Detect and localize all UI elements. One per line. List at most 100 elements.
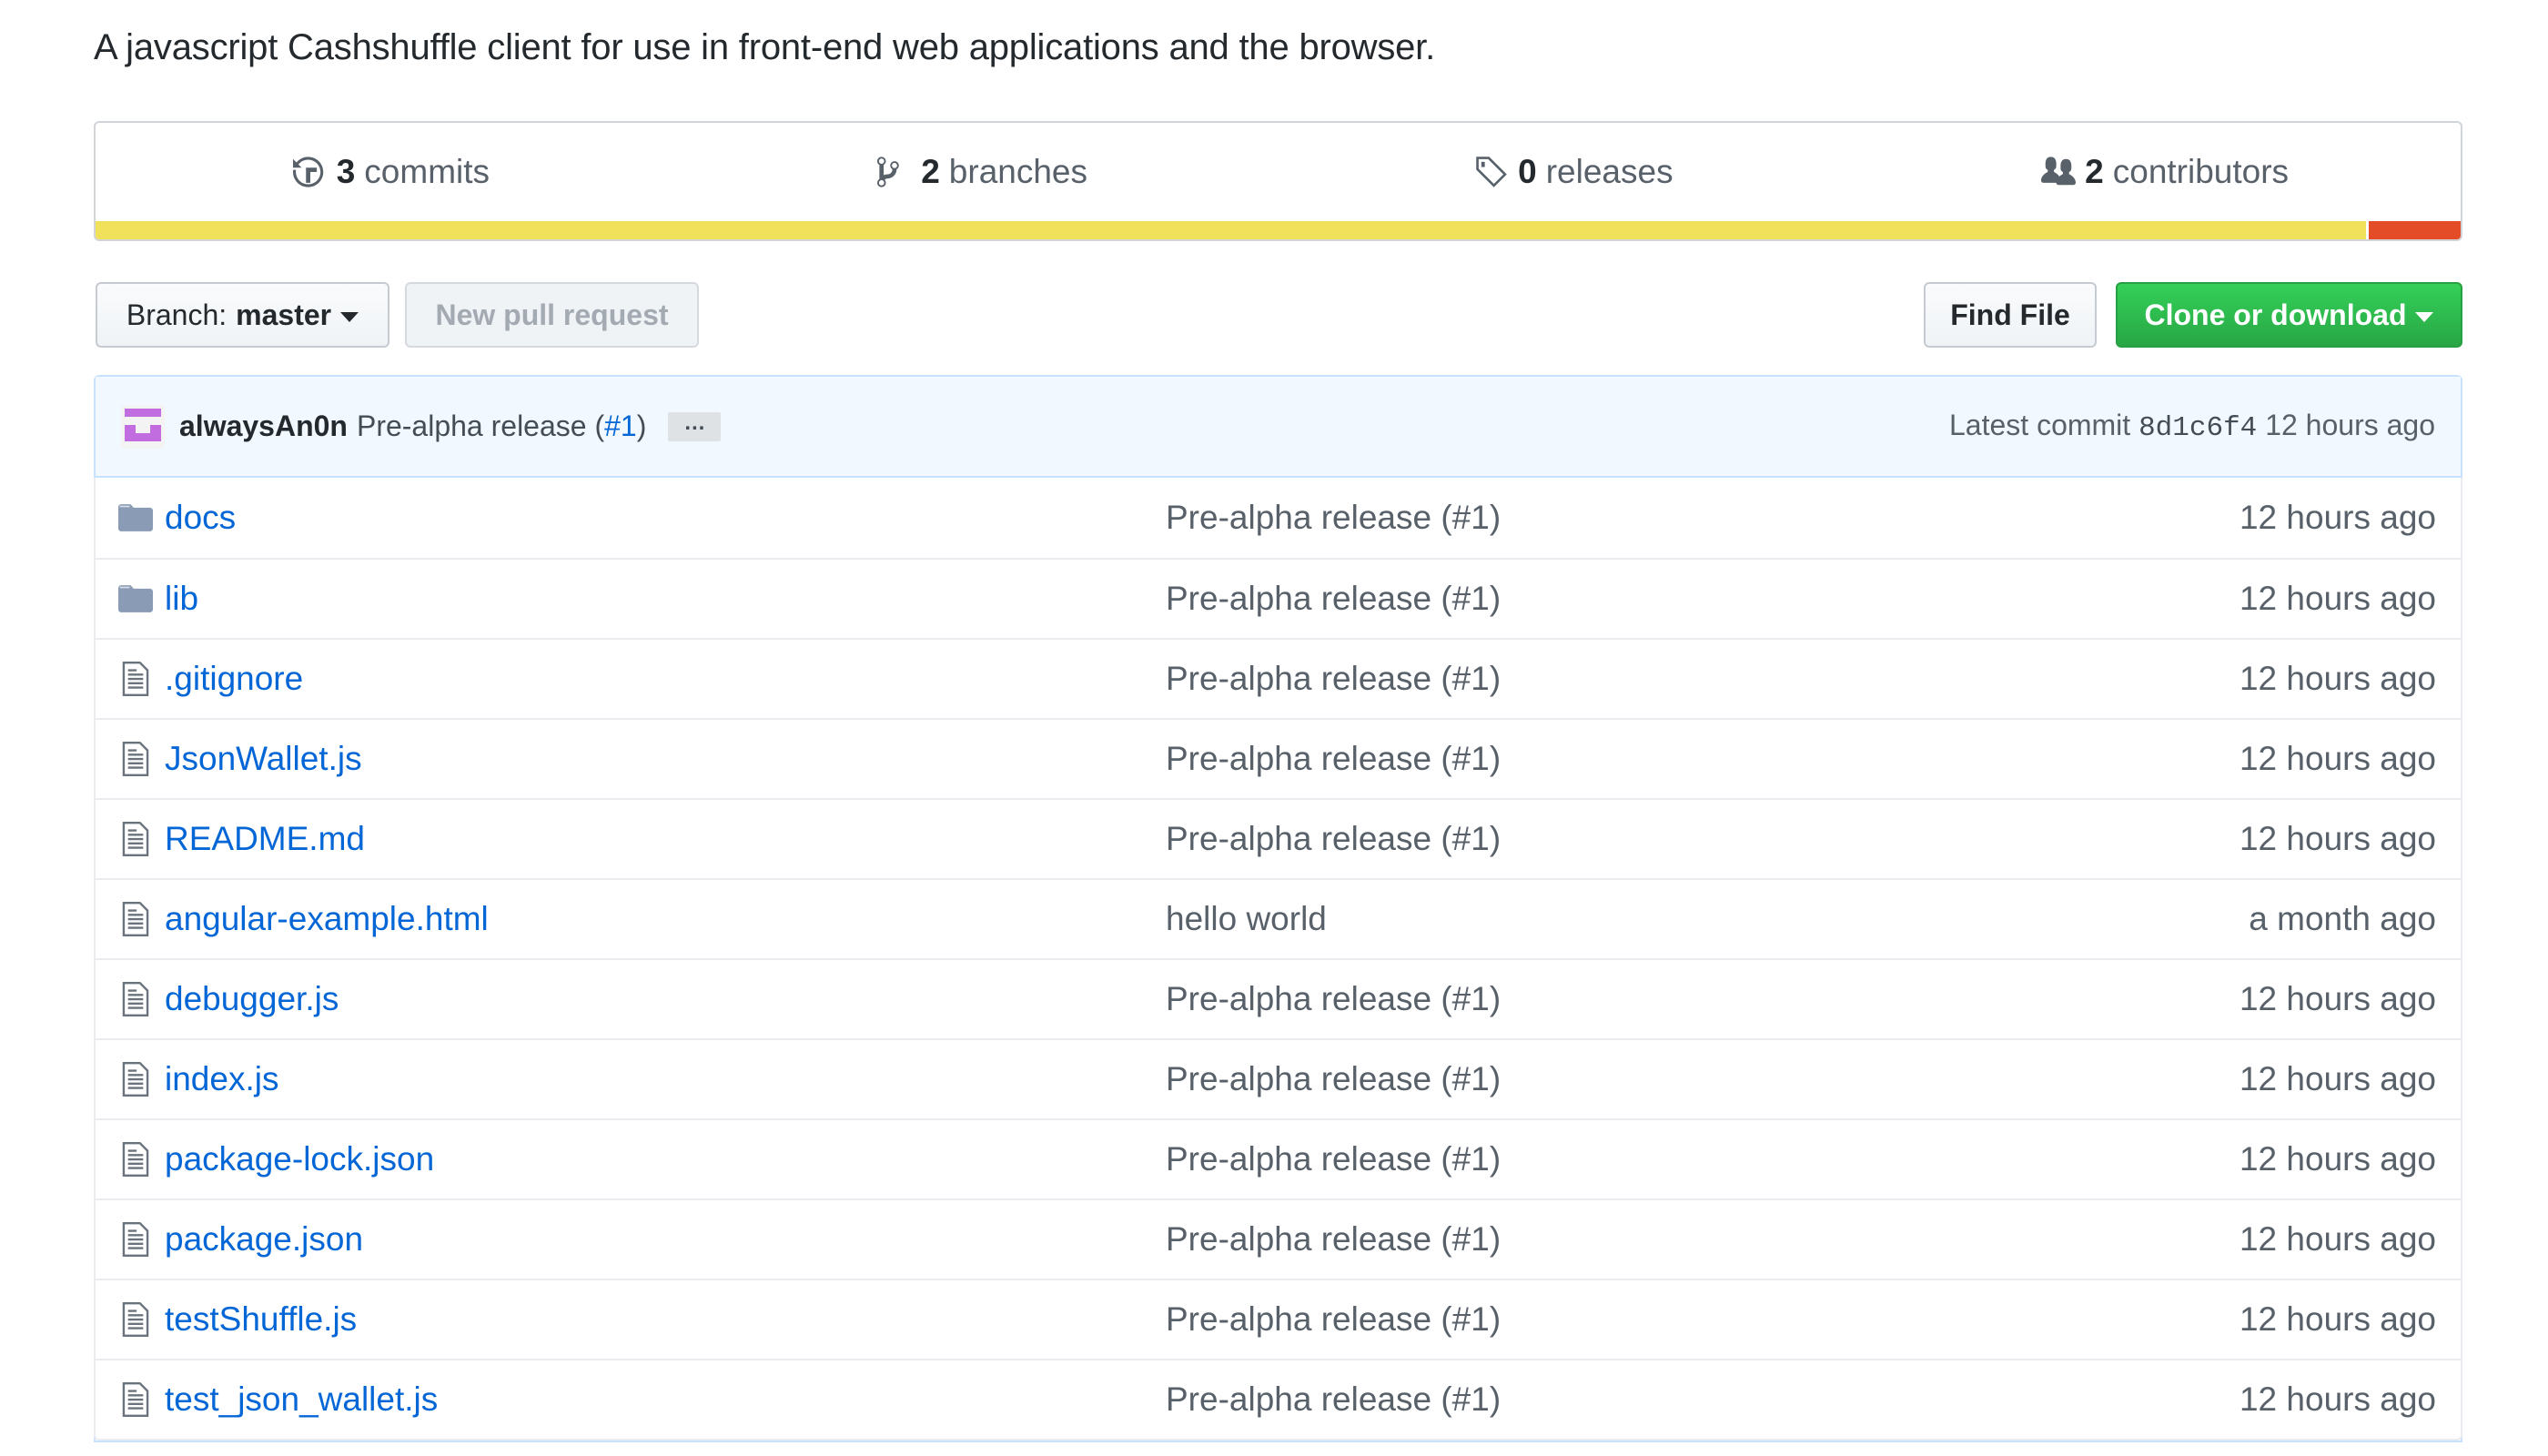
- file-commit-message-link[interactable]: Pre-alpha release (#1): [1166, 499, 2240, 537]
- file-commit-message-link[interactable]: Pre-alpha release (#1): [1166, 740, 2240, 778]
- latest-commit-prefix: Latest commit: [1949, 409, 2131, 441]
- history-icon: [292, 157, 323, 187]
- file-row: package-lock.json Pre-alpha release (#1) 1…: [96, 1118, 2461, 1198]
- people-icon: [2041, 157, 2077, 186]
- expand-commit-button[interactable]: …: [668, 411, 722, 441]
- file-commit-age: 12 hours ago: [2239, 1060, 2436, 1097]
- file-name-link[interactable]: test_json_wallet.js: [165, 1380, 1166, 1419]
- file-commit-message-link[interactable]: Pre-alpha release (#1): [1166, 1060, 2240, 1098]
- tag-icon: [1476, 157, 1507, 187]
- latest-commit-age: 12 hours ago: [2265, 409, 2435, 441]
- file-icon: [117, 982, 154, 1016]
- file-row: index.js Pre-alpha release (#1) 12 hours a…: [96, 1038, 2461, 1118]
- branch-name: master: [236, 298, 332, 331]
- file-commit-message-link[interactable]: Pre-alpha release (#1): [1166, 980, 2240, 1018]
- clone-or-download-button[interactable]: Clone or download: [2116, 282, 2462, 348]
- file-icon: [117, 742, 154, 776]
- file-name-link[interactable]: index.js: [165, 1060, 1166, 1098]
- language-bar[interactable]: [96, 221, 2461, 239]
- file-commit-message-link[interactable]: Pre-alpha release (#1): [1166, 580, 2240, 618]
- latest-commit-info: Latest commit 8d1c6f4 12 hours ago: [1949, 409, 2435, 444]
- file-commit-message-link[interactable]: Pre-alpha release (#1): [1166, 1300, 2240, 1339]
- file-icon: [117, 1142, 154, 1177]
- language-segment[interactable]: [2368, 221, 2461, 239]
- commit-message[interactable]: Pre-alpha release (#1): [357, 410, 646, 443]
- file-commit-age: 12 hours ago: [2239, 660, 2436, 697]
- repo-summary: 3 commits 2 branches 0 releases 2 contri…: [94, 121, 2462, 241]
- avatar[interactable]: [121, 404, 165, 449]
- releases-count: 0: [1518, 153, 1537, 190]
- file-name-link[interactable]: lib: [165, 580, 1166, 618]
- file-row: JsonWallet.js Pre-alpha release (#1) 12 ho…: [96, 718, 2461, 798]
- repo-description: A javascript Cashshuffle client for use …: [94, 27, 1436, 67]
- commit-author-link[interactable]: alwaysAn0n: [179, 410, 348, 443]
- file-list: docs Pre-alpha release (#1) 12 hours ago li…: [94, 478, 2462, 1441]
- commit-sha-link[interactable]: 8d1c6f4: [2138, 412, 2257, 444]
- caret-down-icon: [340, 311, 359, 322]
- file-commit-age: 12 hours ago: [2239, 1380, 2436, 1418]
- commit-message-text[interactable]: Pre-alpha release (: [357, 410, 604, 442]
- file-name-link[interactable]: .gitignore: [165, 660, 1166, 698]
- file-name-link[interactable]: package.json: [165, 1220, 1166, 1259]
- clone-label: Clone or download: [2144, 298, 2407, 331]
- caret-down-icon: [2415, 311, 2434, 322]
- branch-prefix: Branch:: [126, 298, 228, 331]
- file-commit-age: 12 hours ago: [2239, 580, 2436, 617]
- branches-count: 2: [921, 153, 940, 190]
- commits-label: commits: [364, 153, 490, 190]
- file-row: package.json Pre-alpha release (#1) 12 hou…: [96, 1198, 2461, 1279]
- branches-label: branches: [948, 153, 1088, 190]
- releases-link[interactable]: 0 releases: [1279, 153, 1870, 191]
- file-icon: [117, 1382, 154, 1417]
- file-commit-age: 12 hours ago: [2239, 740, 2436, 777]
- file-commit-message-link[interactable]: Pre-alpha release (#1): [1166, 1220, 2240, 1259]
- file-row: lib Pre-alpha release (#1) 12 hours ago: [96, 558, 2461, 638]
- commit-message-end: ): [636, 410, 647, 442]
- file-name-link[interactable]: testShuffle.js: [165, 1300, 1166, 1339]
- file-name-link[interactable]: JsonWallet.js: [165, 740, 1166, 778]
- file-commit-age: 12 hours ago: [2239, 1140, 2436, 1178]
- folder-icon: [117, 585, 154, 612]
- file-name-link[interactable]: README.md: [165, 820, 1166, 858]
- file-row: test_json_wallet.js Pre-alpha release (#1…: [96, 1359, 2461, 1439]
- file-table: alwaysAn0n Pre-alpha release (#1) … Late…: [94, 375, 2462, 1442]
- find-file-button[interactable]: Find File: [1924, 282, 2097, 348]
- folder-icon: [117, 504, 154, 531]
- file-commit-age: a month ago: [2249, 900, 2436, 937]
- commits-count: 3: [336, 153, 356, 190]
- file-commit-age: 12 hours ago: [2239, 1300, 2436, 1338]
- branch-select-button[interactable]: Branch: master: [96, 282, 389, 348]
- file-row: angular-example.html hello world a month a…: [96, 878, 2461, 958]
- language-segment[interactable]: [96, 221, 2366, 239]
- latest-commit-bar: alwaysAn0n Pre-alpha release (#1) … Late…: [96, 377, 2461, 478]
- file-icon: [117, 1302, 154, 1337]
- file-icon: [117, 662, 154, 696]
- file-name-link[interactable]: angular-example.html: [165, 900, 1166, 938]
- file-row: docs Pre-alpha release (#1) 12 hours ago: [96, 478, 2461, 558]
- file-row: README.md Pre-alpha release (#1) 12 hours …: [96, 798, 2461, 878]
- file-commit-age: 12 hours ago: [2239, 1220, 2436, 1258]
- file-icon: [117, 902, 154, 936]
- new-pull-request-button[interactable]: New pull request: [405, 282, 699, 348]
- contributors-label: contributors: [2112, 153, 2290, 190]
- file-row: testShuffle.js Pre-alpha release (#1) 12 h…: [96, 1279, 2461, 1359]
- file-commit-age: 12 hours ago: [2239, 980, 2436, 1017]
- commit-pr-link[interactable]: #1: [604, 410, 637, 442]
- file-commit-message-link[interactable]: Pre-alpha release (#1): [1166, 1380, 2240, 1419]
- file-commit-age: 12 hours ago: [2239, 820, 2436, 857]
- commits-link[interactable]: 3 commits: [96, 153, 687, 191]
- file-commit-message-link[interactable]: Pre-alpha release (#1): [1166, 660, 2240, 698]
- file-row: .gitignore Pre-alpha release (#1) 12 hours…: [96, 638, 2461, 718]
- file-name-link[interactable]: docs: [165, 499, 1166, 537]
- contributors-link[interactable]: 2 contributors: [1869, 153, 2461, 191]
- file-commit-message-link[interactable]: hello world: [1166, 900, 2249, 938]
- file-name-link[interactable]: debugger.js: [165, 980, 1166, 1018]
- file-name-link[interactable]: package-lock.json: [165, 1140, 1166, 1178]
- contributors-count: 2: [2085, 153, 2104, 190]
- branches-link[interactable]: 2 branches: [687, 153, 1279, 191]
- releases-label: releases: [1545, 153, 1673, 190]
- file-commit-message-link[interactable]: Pre-alpha release (#1): [1166, 1140, 2240, 1178]
- file-icon: [117, 1062, 154, 1097]
- file-row: debugger.js Pre-alpha release (#1) 12 hour…: [96, 958, 2461, 1038]
- file-commit-message-link[interactable]: Pre-alpha release (#1): [1166, 820, 2240, 858]
